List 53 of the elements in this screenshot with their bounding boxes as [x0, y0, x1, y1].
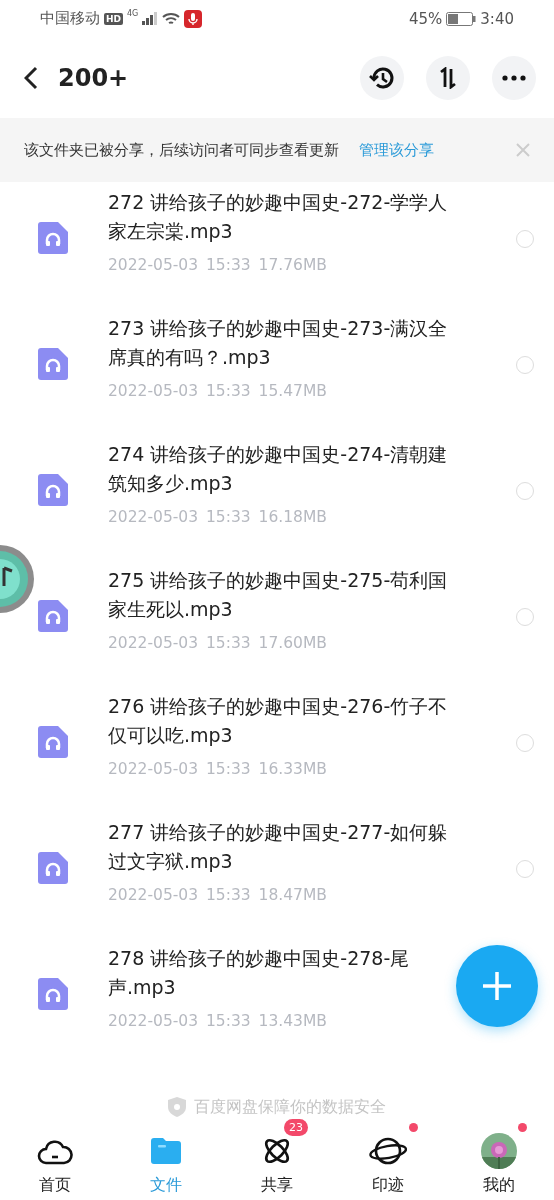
more-icon	[502, 74, 526, 81]
cloud-icon	[37, 1137, 74, 1165]
audio-file-icon	[38, 978, 68, 1011]
battery-icon	[446, 11, 477, 26]
file-info: 2022-05-03 15:33 16.18MB	[108, 508, 328, 527]
file-info: 2022-05-03 15:33 17.76MB	[108, 256, 328, 275]
clock: 3:40	[480, 9, 514, 28]
notification-badge: 23	[284, 1119, 308, 1136]
nav-tab[interactable]: 23 共享	[221, 1117, 333, 1196]
more-button[interactable]	[492, 55, 536, 100]
file-info: 2022-05-03 15:33 15.47MB	[108, 382, 328, 401]
microphone-icon	[184, 9, 203, 28]
nav-tab[interactable]: 首页	[0, 1117, 111, 1196]
file-name[interactable]: 277 讲给孩子的妙趣中国史-277-如何躲过文字狱.mp3	[108, 818, 450, 877]
audio-file-icon	[38, 348, 68, 381]
file-name[interactable]: 275 讲给孩子的妙趣中国史-275-苟利国家生死以.mp3	[108, 566, 450, 625]
file-info: 2022-05-03 15:33 13.43MB	[108, 1012, 328, 1031]
planet-icon	[367, 1135, 408, 1167]
file-info: 2022-05-03 15:33 17.60MB	[108, 634, 328, 653]
nav-tab[interactable]: 我的	[443, 1117, 554, 1196]
audio-file-icon	[38, 474, 68, 507]
file-info: 2022-05-03 15:33 18.47MB	[108, 886, 328, 905]
security-note: 百度网盘保障你的数据安全	[194, 1096, 386, 1118]
hd-indicator: HD	[104, 12, 123, 25]
share-notice: 该文件夹已被分享，后续访问者可同步查看更新	[24, 140, 339, 160]
back-icon[interactable]	[24, 65, 38, 90]
signal-icon	[142, 12, 159, 26]
audio-file-icon	[38, 600, 68, 633]
file-name[interactable]: 274 讲给孩子的妙趣中国史-274-清朝建筑知多少.mp3	[108, 440, 450, 499]
file-name[interactable]: 278 讲给孩子的妙趣中国史-278-尾声.mp3	[108, 944, 450, 1003]
carrier-name: 中国移动	[40, 9, 100, 29]
folder-title: 200+	[58, 63, 130, 92]
file-name[interactable]: 276 讲给孩子的妙趣中国史-276-竹子不仅可以吃.mp3	[108, 692, 450, 751]
music-player-icon[interactable]	[0, 544, 36, 614]
history-icon	[369, 64, 395, 91]
history-button[interactable]	[360, 55, 404, 100]
sort-button[interactable]	[426, 55, 470, 100]
plus-icon	[482, 971, 512, 1001]
file-name[interactable]: 272 讲给孩子的妙趣中国史-272-学学人家左宗棠.mp3	[108, 188, 450, 247]
audio-file-icon	[38, 726, 68, 759]
close-icon[interactable]	[516, 143, 530, 158]
audio-file-icon	[38, 852, 68, 885]
add-button[interactable]	[456, 945, 538, 1027]
nav-tab[interactable]: 印迹	[332, 1117, 444, 1196]
file-name[interactable]: 273 讲给孩子的妙趣中国史-273-满汉全席真的有吗？.mp3	[108, 314, 450, 373]
file-info: 2022-05-03 15:33 16.33MB	[108, 760, 328, 779]
orbit-icon	[262, 1136, 292, 1166]
audio-file-icon	[38, 222, 68, 255]
shield-icon	[168, 1097, 186, 1118]
folder-icon	[151, 1138, 182, 1164]
network-type: 4G	[127, 9, 139, 18]
battery-percent: 45%	[408, 9, 443, 28]
wifi-icon	[162, 11, 181, 26]
